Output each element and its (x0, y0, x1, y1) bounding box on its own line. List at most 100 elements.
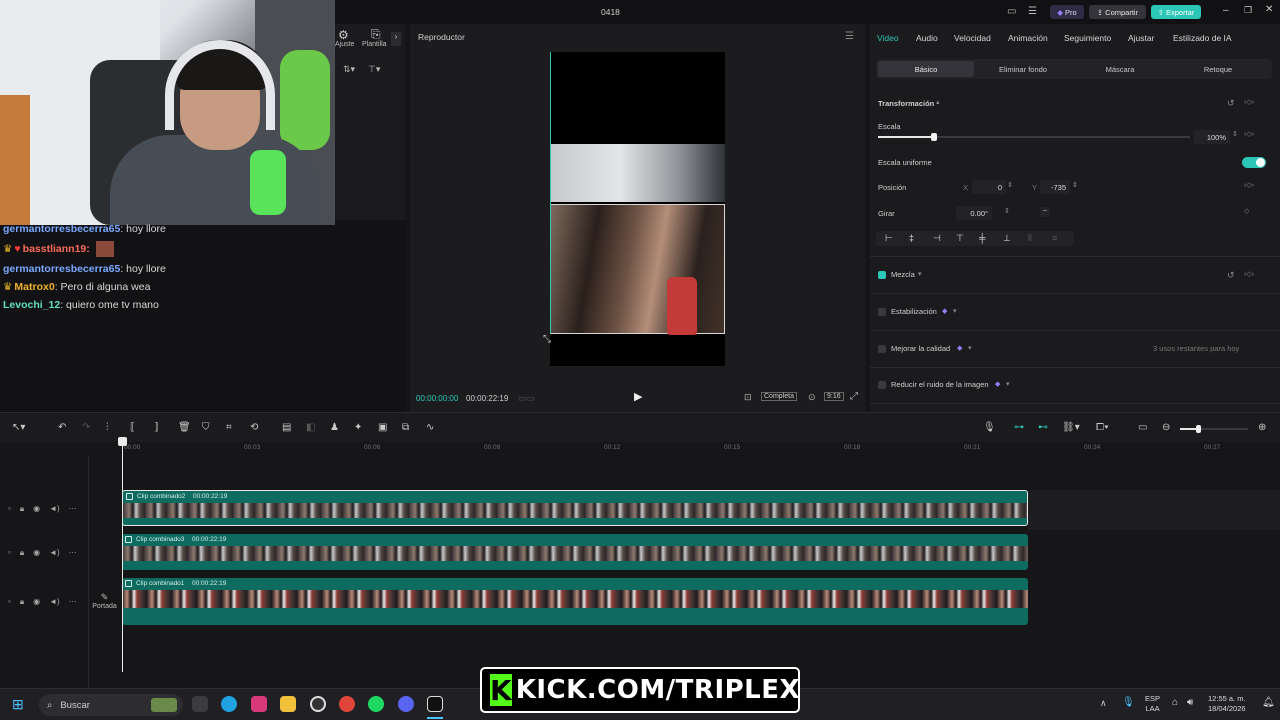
subtab-basic[interactable]: Básico (878, 61, 974, 77)
lock-icon[interactable]: 🔒︎ (20, 504, 24, 514)
chevron-up-icon[interactable]: ∧ (1100, 698, 1107, 709)
keyframe-icon[interactable]: ◇ (1244, 207, 1249, 215)
menu-icon[interactable]: ☰ (845, 31, 854, 42)
noise-checkbox[interactable] (878, 381, 886, 389)
track-toggle-icon[interactable]: ▫ (8, 548, 11, 558)
keyframe-nav-icon[interactable]: ‹◇› (1244, 98, 1254, 106)
track-toggle-icon[interactable]: ▫ (8, 504, 11, 514)
align-center-h-icon[interactable]: ‡ (909, 233, 914, 243)
speaker-icon[interactable]: ◄) (49, 597, 60, 607)
scale-slider-knob[interactable] (931, 133, 938, 141)
chevron-right-icon[interactable]: › (391, 32, 401, 46)
more-icon[interactable]: ··· (69, 597, 77, 607)
chrome-icon[interactable] (339, 696, 355, 712)
speaker-icon[interactable]: ◄) (49, 504, 60, 514)
crop-icon[interactable]: ⌗ (226, 422, 232, 433)
subtab-mask[interactable]: Máscara (1072, 61, 1168, 77)
discord-icon[interactable] (398, 696, 414, 712)
noise-label[interactable]: Reducir el ruido de la imagen (891, 380, 989, 389)
cover-button[interactable]: ✎ Portada (91, 592, 118, 610)
timeline-clip[interactable]: Clip combinado2 00:00:22:19 (122, 490, 1028, 526)
speaker-icon[interactable]: ◄) (49, 548, 60, 558)
undo-icon[interactable]: ↶ (58, 422, 66, 433)
clock[interactable]: 12:55 a. m. 18/04/2026 (1208, 694, 1246, 714)
align-center-v-icon[interactable]: ╪ (979, 233, 985, 243)
scale-value[interactable]: 100% (1194, 130, 1230, 144)
template-icon[interactable]: ⎘ (371, 27, 381, 42)
tab-tracking[interactable]: Seguimiento (1064, 33, 1111, 43)
spotify-icon[interactable] (368, 696, 384, 712)
taskbar-search[interactable]: ⌕ Buscar (39, 694, 183, 716)
shield-icon[interactable]: ⛉ (202, 422, 210, 433)
blend-label[interactable]: Mezcla (891, 270, 915, 279)
align-right-icon[interactable]: ⊣ (933, 233, 941, 244)
minimize-icon[interactable]: – (1223, 5, 1229, 16)
reset-icon[interactable]: ↺ (1227, 98, 1235, 109)
align-top-icon[interactable]: ⊤ (956, 233, 964, 244)
zoom-in-icon[interactable]: ⊕ (1258, 422, 1266, 433)
uniform-scale-toggle[interactable] (1242, 157, 1266, 168)
tool-label-adjust[interactable]: Ajuste (335, 41, 354, 48)
zoom-knob[interactable] (1196, 425, 1201, 433)
subtitle-icon[interactable]: ▭ (1138, 422, 1147, 433)
pos-x-value[interactable]: 0 (972, 180, 1006, 194)
select-tool-icon[interactable]: ↖▾ (12, 422, 25, 433)
obs-icon[interactable] (310, 696, 326, 712)
export-frame-icon[interactable]: ⧉ (402, 422, 409, 433)
resize-handle-icon[interactable]: ⤡ (543, 334, 551, 345)
caret-down-icon[interactable]: ▾ (953, 307, 957, 315)
magnet-icon[interactable]: ⊷ (1038, 422, 1048, 433)
close-icon[interactable]: ✕ (1265, 4, 1273, 15)
stepper-icon[interactable]: ⇕ (1072, 181, 1078, 189)
link-icon[interactable]: ⛓▾ (1062, 422, 1080, 433)
fullscreen-icon[interactable]: ⤢ (850, 391, 858, 402)
person-icon[interactable]: ♟ (330, 422, 339, 433)
split-right-icon[interactable]: ⟧ (154, 422, 159, 433)
timeline-clip[interactable]: Clip combinado1 00:00:22:19 (122, 578, 1028, 625)
transform-heading[interactable]: Transformación (878, 99, 934, 108)
pos-y-value[interactable]: -735 (1040, 180, 1070, 194)
preview-axis-icon[interactable]: ⧠▾ (1096, 422, 1109, 433)
share-button[interactable]: ⇪ Compartir (1089, 5, 1146, 19)
keyframe-nav-icon[interactable]: ‹◇› (1244, 270, 1254, 278)
language-indicator[interactable]: ESP LAA (1145, 694, 1160, 714)
export-button[interactable]: ⇧ Exportar (1151, 5, 1201, 19)
keyframe-nav-icon[interactable]: ‹◇› (1244, 130, 1254, 138)
zoom-slider[interactable] (1180, 425, 1248, 433)
notification-icon[interactable]: 🔔︎ (1262, 697, 1275, 708)
playhead[interactable] (118, 437, 127, 672)
timecode-format-icon[interactable]: ▭▭ (518, 393, 535, 404)
split-left-icon[interactable]: ⟦ (130, 422, 135, 433)
screenshot-icon[interactable]: ⊙ (808, 392, 816, 403)
task-view-icon[interactable] (192, 696, 208, 712)
edge-icon[interactable] (221, 696, 237, 712)
captions-icon[interactable]: ▤ (282, 422, 291, 433)
tab-audio[interactable]: Audio (916, 33, 938, 43)
microphone-tray-icon[interactable]: 🎙 (1122, 697, 1135, 708)
instagram-icon[interactable] (251, 696, 267, 712)
preview-canvas[interactable] (550, 52, 725, 366)
align-left-icon[interactable]: ⊢ (885, 233, 893, 244)
playhead-knob[interactable] (118, 437, 127, 446)
stabilization-label[interactable]: Estabilización (891, 307, 937, 316)
tab-video[interactable]: Video (877, 33, 899, 43)
tab-adjust[interactable]: Ajustar (1128, 33, 1154, 43)
tab-ai-style[interactable]: Estilizado de IA (1173, 33, 1232, 43)
track-toggle-icon[interactable]: ▫ (8, 597, 11, 607)
capcut-icon[interactable] (427, 696, 443, 712)
more-icon[interactable]: ··· (69, 548, 77, 558)
stepper-icon[interactable]: ⇕ (1007, 181, 1013, 189)
menu-icon[interactable]: ☰ (1028, 6, 1037, 17)
keyframe-nav-icon[interactable]: ‹◇› (1244, 181, 1254, 189)
scale-slider-track[interactable] (878, 133, 1190, 141)
maximize-icon[interactable]: ❐ (1244, 5, 1252, 16)
audio-wave-icon[interactable]: ∿ (426, 422, 434, 433)
blend-checkbox[interactable] (878, 271, 886, 279)
quality-checkbox[interactable] (878, 345, 886, 353)
split-icon[interactable]: ⫶ (106, 422, 109, 433)
network-icon[interactable]: ⌂ (1172, 697, 1178, 708)
microphone-icon[interactable]: 🎙 (983, 422, 996, 433)
rotate-value[interactable]: 0.00° (956, 206, 992, 220)
windows-start-icon[interactable]: ⊞ (12, 696, 24, 713)
file-explorer-icon[interactable] (280, 696, 296, 712)
